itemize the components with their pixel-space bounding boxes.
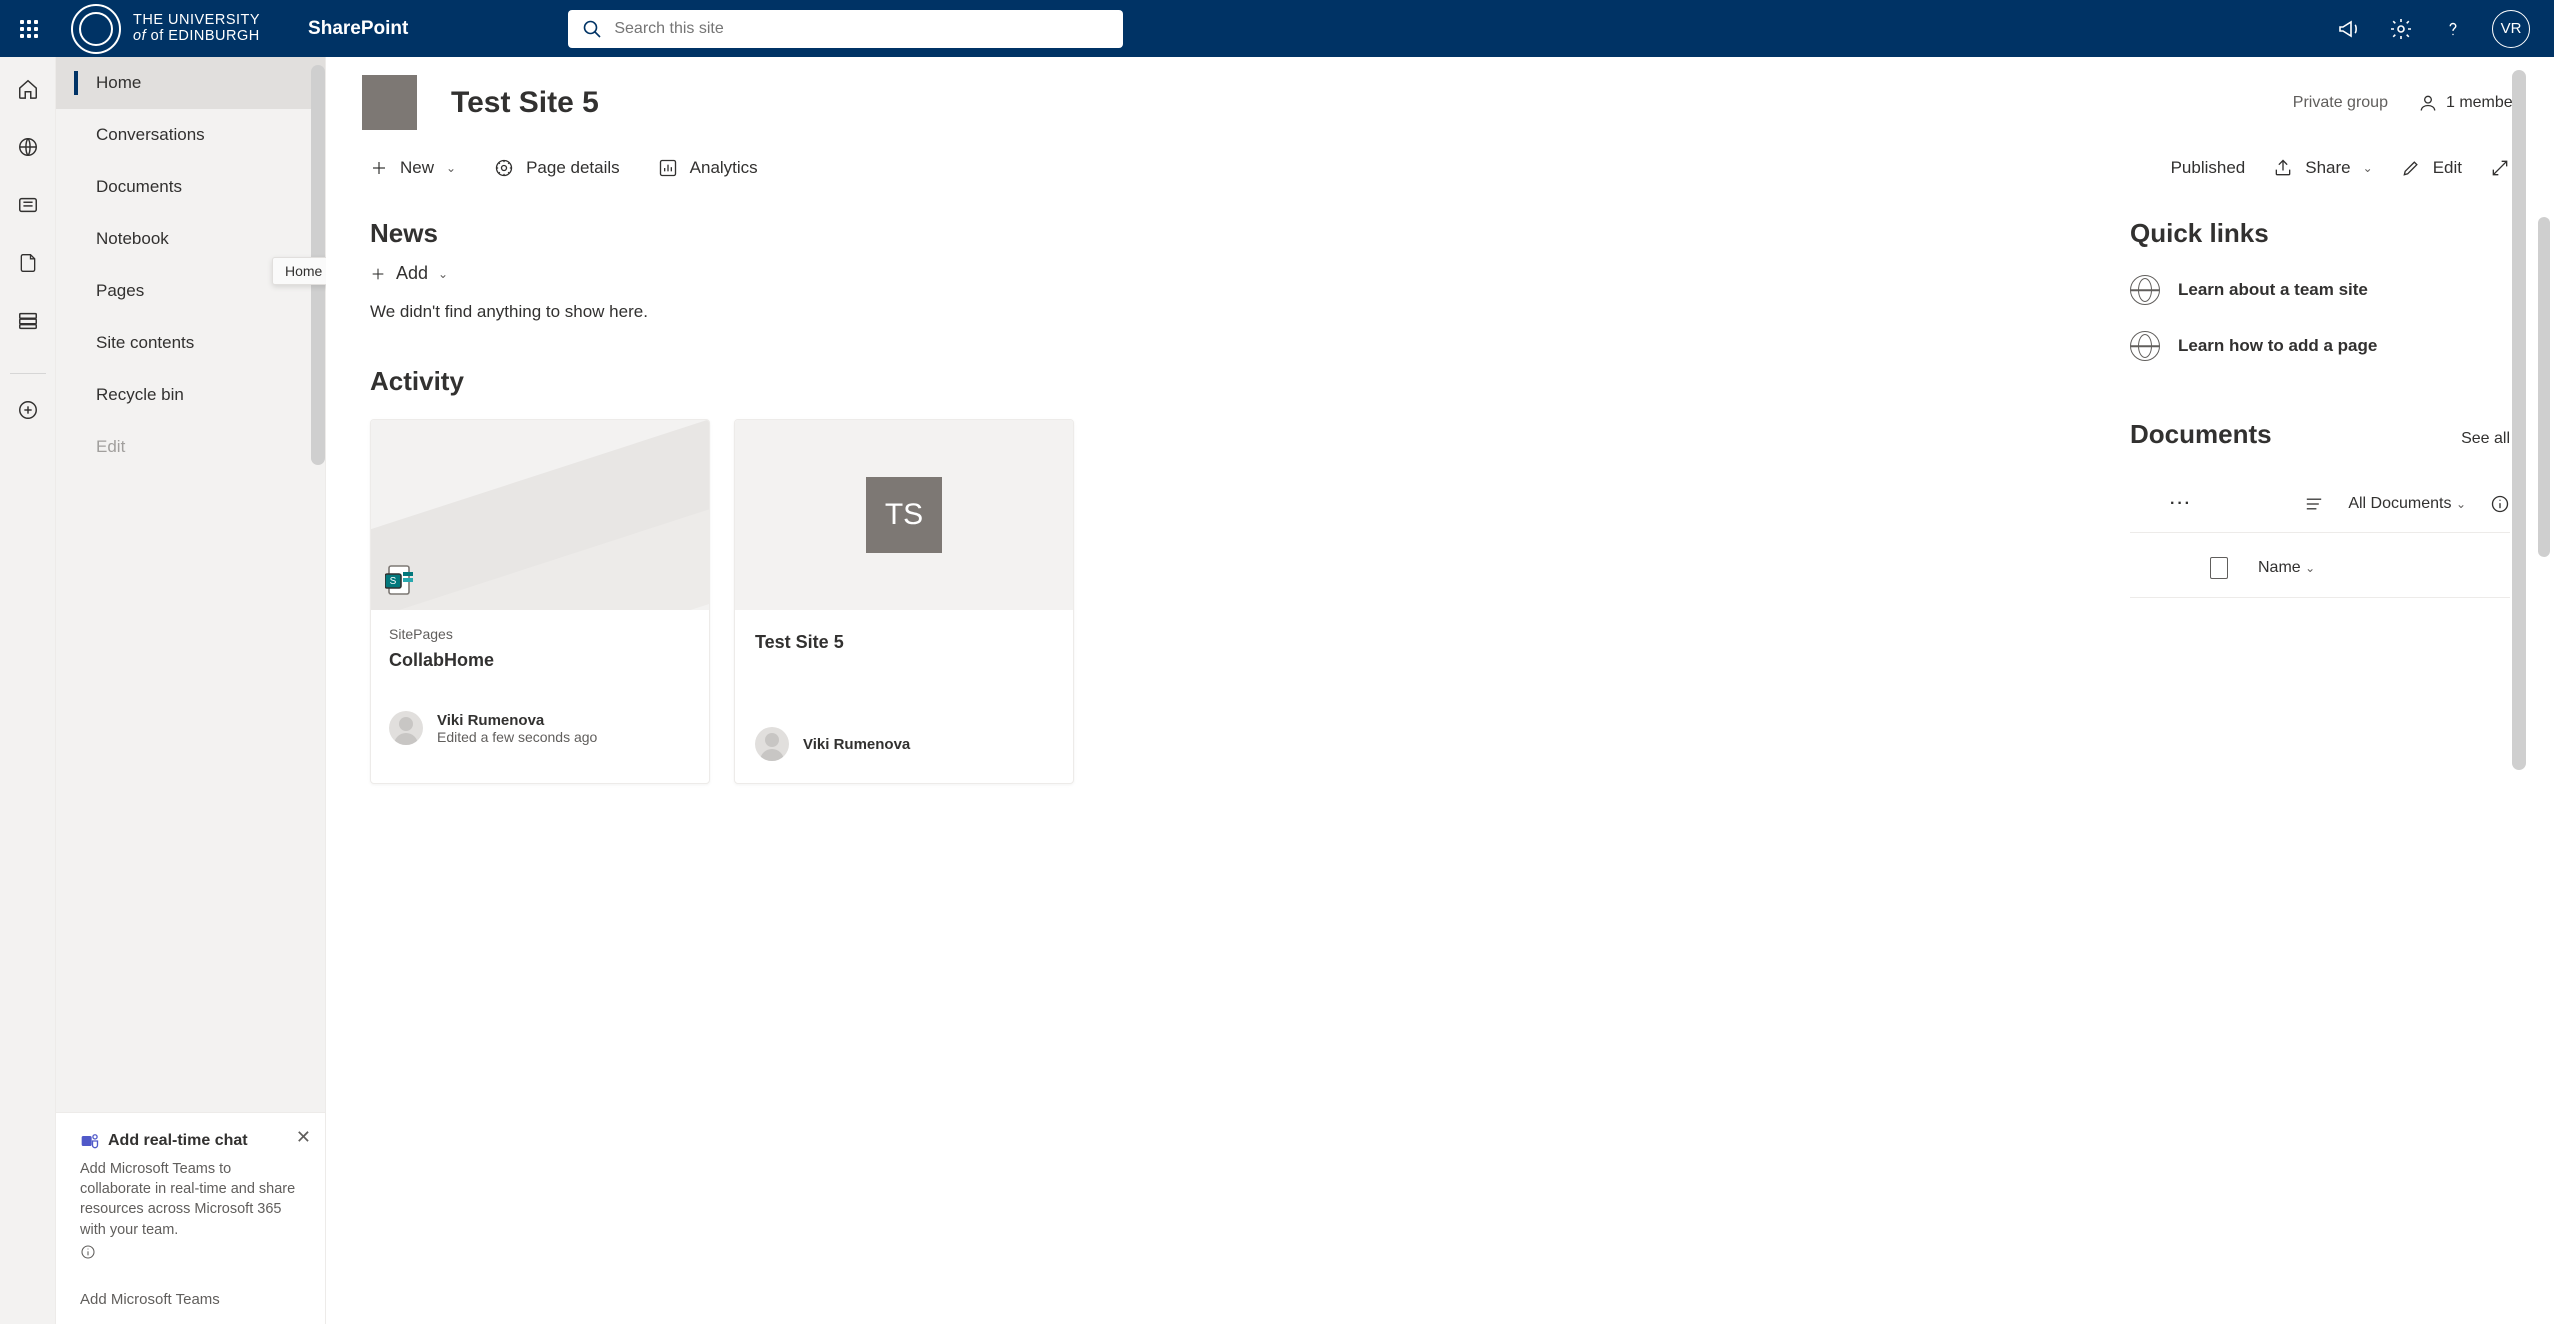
waffle-icon bbox=[20, 20, 38, 38]
card-title: CollabHome bbox=[389, 650, 691, 671]
globe-icon bbox=[2130, 331, 2160, 361]
rail-files-icon[interactable] bbox=[16, 251, 40, 275]
quicklink-item[interactable]: Learn about a team site bbox=[2130, 275, 2510, 305]
search-input[interactable] bbox=[614, 20, 1109, 38]
app-launcher[interactable] bbox=[0, 0, 57, 57]
nav-documents[interactable]: Documents bbox=[56, 161, 325, 213]
activity-section: Activity S SitePages CollabHome bbox=[370, 366, 2074, 784]
news-heading: News bbox=[370, 218, 2074, 249]
site-logo[interactable] bbox=[362, 75, 417, 130]
news-add-button[interactable]: Add ⌄ bbox=[370, 263, 2074, 284]
nav-home[interactable]: Home bbox=[56, 57, 325, 109]
activity-card[interactable]: S SitePages CollabHome Viki Rumenova bbox=[370, 419, 710, 784]
teams-callout: ✕ Add real-time chat Add Microsoft Teams… bbox=[56, 1112, 325, 1324]
documents-section: Documents See all ··· All Documents ⌄ Na… bbox=[2130, 419, 2510, 598]
tenant-logo[interactable]: THE UNIVERSITY of of EDINBURGH bbox=[57, 4, 260, 54]
callout-close-icon[interactable]: ✕ bbox=[296, 1127, 311, 1148]
card-preview: S bbox=[371, 420, 709, 610]
nav-conversations[interactable]: Conversations bbox=[56, 109, 325, 161]
view-selector[interactable]: All Documents ⌄ bbox=[2348, 495, 2466, 513]
quicklink-item[interactable]: Learn how to add a page bbox=[2130, 331, 2510, 361]
chevron-down-icon: ⌄ bbox=[446, 161, 456, 175]
teams-icon bbox=[80, 1131, 100, 1151]
avatar-icon bbox=[389, 711, 423, 745]
edit-button[interactable]: Edit bbox=[2401, 158, 2462, 178]
chevron-down-icon: ⌄ bbox=[438, 267, 448, 281]
card-title: Test Site 5 bbox=[755, 632, 1053, 653]
share-button[interactable]: Share ⌄ bbox=[2273, 158, 2372, 178]
tenant-name: THE UNIVERSITY of of EDINBURGH bbox=[133, 13, 260, 43]
analytics-button[interactable]: Analytics bbox=[658, 158, 758, 178]
nav-recycle-bin[interactable]: Recycle bin bbox=[56, 369, 325, 421]
callout-info-icon[interactable] bbox=[80, 1244, 301, 1265]
activity-heading: Activity bbox=[370, 366, 2074, 397]
card-preview: TS bbox=[735, 420, 1073, 610]
quicklinks-heading: Quick links bbox=[2130, 218, 2510, 249]
megaphone-icon[interactable] bbox=[2336, 16, 2362, 42]
quicklinks-section: Quick links Learn about a team site Lear… bbox=[2130, 218, 2510, 361]
canvas-scrollbar[interactable] bbox=[2538, 217, 2550, 557]
search-box[interactable] bbox=[568, 10, 1123, 48]
expand-button[interactable] bbox=[2490, 158, 2510, 178]
info-icon[interactable] bbox=[2490, 494, 2510, 514]
documents-heading: Documents bbox=[2130, 419, 2272, 450]
card-subtitle: Edited a few seconds ago bbox=[437, 729, 597, 745]
add-teams-link[interactable]: Add Microsoft Teams bbox=[80, 1291, 301, 1308]
help-icon[interactable] bbox=[2440, 16, 2466, 42]
settings-icon[interactable] bbox=[2388, 16, 2414, 42]
suite-bar: THE UNIVERSITY of of EDINBURGH SharePoin… bbox=[0, 0, 2554, 57]
avatar-icon bbox=[755, 727, 789, 761]
callout-title: Add real-time chat bbox=[108, 1132, 248, 1150]
nav-edit[interactable]: Edit bbox=[56, 421, 325, 473]
university-crest-icon bbox=[71, 4, 121, 54]
page-details-button[interactable]: Page details bbox=[494, 158, 620, 178]
globe-icon bbox=[2130, 275, 2160, 305]
app-name[interactable]: SharePoint bbox=[308, 18, 408, 40]
site-tile: TS bbox=[866, 477, 942, 553]
rail-create-icon[interactable] bbox=[16, 398, 40, 422]
view-menu-icon bbox=[2304, 496, 2324, 512]
card-author: Viki Rumenova bbox=[803, 736, 910, 753]
see-all-link[interactable]: See all bbox=[2461, 430, 2510, 448]
news-section: News Add ⌄ We didn't find anything to sh… bbox=[370, 218, 2074, 322]
published-label: Published bbox=[2171, 158, 2246, 178]
rail-mysites-icon[interactable] bbox=[16, 135, 40, 159]
chevron-down-icon: ⌄ bbox=[2363, 161, 2373, 175]
svg-text:S: S bbox=[390, 576, 397, 587]
documents-columns: Name ⌄ bbox=[2130, 533, 2510, 598]
canvas: Test Site 5 Private group 1 member New ⌄ bbox=[326, 57, 2554, 1324]
activity-card[interactable]: TS Test Site 5 Viki Rumenova bbox=[734, 419, 1074, 784]
me-avatar[interactable]: VR bbox=[2492, 10, 2530, 48]
nav-site-contents[interactable]: Site contents bbox=[56, 317, 325, 369]
search-icon bbox=[582, 19, 602, 39]
card-category: SitePages bbox=[389, 626, 691, 642]
callout-body: Add Microsoft Teams to collaborate in re… bbox=[80, 1159, 301, 1240]
new-button[interactable]: New ⌄ bbox=[370, 158, 456, 178]
name-column[interactable]: Name ⌄ bbox=[2258, 559, 2315, 577]
members-count[interactable]: 1 member bbox=[2418, 93, 2518, 113]
site-title[interactable]: Test Site 5 bbox=[451, 86, 599, 120]
rail-home-icon[interactable] bbox=[16, 77, 40, 101]
app-rail bbox=[0, 57, 56, 1324]
rail-lists-icon[interactable] bbox=[16, 309, 40, 333]
sitepage-icon: S bbox=[385, 564, 417, 596]
rail-news-icon[interactable] bbox=[16, 193, 40, 217]
more-actions-button[interactable]: ··· bbox=[2170, 495, 2192, 513]
site-header: Test Site 5 Private group 1 member bbox=[326, 57, 2554, 148]
card-author: Viki Rumenova bbox=[437, 712, 597, 729]
command-bar: New ⌄ Page details Analytics Published S… bbox=[326, 148, 2554, 188]
news-empty: We didn't find anything to show here. bbox=[370, 302, 2074, 322]
site-nav: Home Conversations Documents Notebook Pa… bbox=[56, 57, 326, 1324]
site-privacy: Private group bbox=[2293, 94, 2388, 112]
file-type-column-icon[interactable] bbox=[2210, 557, 2228, 579]
